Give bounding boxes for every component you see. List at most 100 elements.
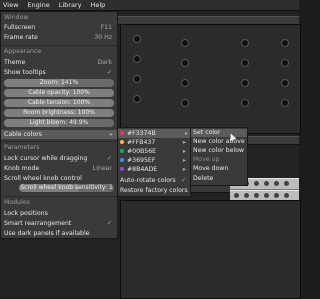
chevron-right-icon: ▸	[182, 139, 186, 146]
light-bloom-slider[interactable]: Light bloom: 49.9%	[4, 119, 114, 127]
color-hex-label: #F3374B	[127, 130, 156, 137]
view-menu: Window Fullscreen F11 Frame rate 30 Hz A…	[0, 11, 118, 239]
menu-item-label: Restore factory colors	[120, 187, 188, 194]
menu-library[interactable]: Library	[59, 1, 82, 9]
cable-opacity-slider[interactable]: Cable opacity: 100%	[4, 89, 114, 97]
zoom-slider[interactable]: Zoom: 141%	[4, 79, 114, 87]
chevron-right-icon: ▸	[182, 148, 186, 155]
chevron-right-icon: ▸	[182, 166, 186, 173]
menu-item-label: Frame rate	[4, 34, 38, 41]
cable-color-item[interactable]: #F3374B ▸	[118, 129, 190, 138]
jack[interactable]	[181, 79, 189, 87]
shortcut-label: F11	[100, 24, 112, 31]
cable-color-item[interactable]: #3695EF ▸	[120, 156, 188, 165]
menu-separator	[1, 196, 117, 197]
menu-help[interactable]: Help	[90, 1, 105, 9]
chevron-right-icon: ▸	[182, 157, 186, 164]
cable-color-item[interactable]: #FFB437 ▸	[120, 138, 188, 147]
jack[interactable]	[133, 35, 141, 43]
chevron-right-icon: ▸	[184, 130, 188, 137]
section-header-modules: Modules	[4, 199, 30, 206]
menu-item-scroll-wheel[interactable]: Scroll wheel knob control	[4, 174, 114, 183]
menu-item-dark-panels[interactable]: Use dark panels if available	[4, 229, 114, 238]
jack[interactable]	[281, 79, 289, 87]
menu-item-set-color[interactable]: Set color	[191, 129, 247, 137]
menu-bar: View Engine Library Help	[0, 0, 299, 11]
jack[interactable]	[241, 59, 249, 67]
module-panel[interactable]	[120, 24, 301, 134]
menu-item-restore-factory[interactable]: Restore factory colors	[120, 186, 188, 195]
menu-item-label: Smart rearrangement	[4, 220, 72, 227]
menu-item-smart-rearrangement[interactable]: Smart rearrangement ✓	[4, 219, 114, 228]
cable-tension-slider[interactable]: Cable tension: 100%	[4, 99, 114, 107]
section-header-parameters: Parameters	[4, 144, 40, 151]
color-swatch-icon	[120, 158, 124, 162]
module-panel[interactable]	[120, 200, 301, 299]
menu-item-show-tooltips[interactable]: Show tooltips ✓	[4, 68, 114, 77]
slider-label: Cable tension: 100%	[27, 99, 91, 106]
color-hex-label: #FFB437	[127, 139, 156, 146]
menu-separator	[1, 45, 117, 46]
jack[interactable]	[133, 75, 141, 83]
slider-label: Light bloom: 49.9%	[29, 119, 89, 126]
jack[interactable]	[281, 59, 289, 67]
menu-item-frame-rate[interactable]: Frame rate 30 Hz	[4, 33, 114, 42]
menu-item-value: Dark	[97, 59, 112, 66]
color-swatch-icon	[120, 131, 124, 135]
color-swatch-icon	[120, 149, 124, 153]
jack[interactable]	[133, 95, 141, 103]
menu-item-theme[interactable]: Theme Dark	[4, 58, 114, 67]
menu-item-label: Auto-rotate colors	[120, 177, 176, 184]
scroll-sensitivity-slider[interactable]: Scroll wheel knob sensitivity: 1	[19, 184, 114, 192]
jack[interactable]	[241, 79, 249, 87]
cable-color-item[interactable]: #8B4ADE ▸	[120, 165, 188, 174]
menu-engine[interactable]: Engine	[27, 1, 49, 9]
chevron-right-icon: ▸	[109, 131, 113, 138]
menu-item-new-color-below[interactable]: New color below	[193, 147, 245, 155]
jack[interactable]	[241, 99, 249, 107]
menu-item-label: Fullscreen	[4, 24, 36, 31]
checkmark-icon: ✓	[180, 177, 186, 184]
jack[interactable]	[281, 39, 289, 47]
menu-item-label: Lock cursor while dragging	[4, 155, 88, 162]
menu-item-label: Knob mode	[4, 165, 40, 172]
room-brightness-slider[interactable]: Room brightness: 100%	[4, 109, 114, 117]
menu-item-move-up[interactable]: Move up	[193, 156, 245, 164]
menu-item-knob-mode[interactable]: Knob mode Linear	[4, 164, 114, 173]
slider-label: Room brightness: 100%	[23, 109, 95, 116]
jack[interactable]	[181, 99, 189, 107]
menu-item-lock-positions[interactable]: Lock positions	[4, 209, 114, 218]
color-hex-label: #8B4ADE	[127, 166, 158, 173]
jack[interactable]	[181, 39, 189, 47]
color-swatch-icon	[120, 167, 124, 171]
section-header-window: Window	[4, 14, 29, 21]
menu-item-value: Linear	[92, 165, 112, 172]
menu-item-cable-colors[interactable]: Cable colors ▸	[1, 130, 117, 139]
checkmark-icon: ✓	[106, 220, 112, 227]
jack[interactable]	[241, 39, 249, 47]
menu-item-label: Cable colors	[4, 131, 42, 138]
slider-label: Scroll wheel knob sensitivity: 1	[20, 184, 113, 191]
menu-item-label: Theme	[4, 59, 26, 66]
cable-color-item[interactable]: #00B56E ▸	[120, 147, 188, 156]
menu-item-move-down[interactable]: Move down	[193, 165, 245, 173]
slider-label: Cable opacity: 100%	[28, 89, 90, 96]
jack[interactable]	[133, 55, 141, 63]
cable-colors-submenu: #F3374B ▸ #FFB437 ▸ #00B56E ▸ #3695EF ▸ …	[117, 127, 191, 197]
menu-item-fullscreen[interactable]: Fullscreen F11	[4, 23, 114, 32]
menu-item-label: Lock positions	[4, 210, 48, 217]
menu-item-label: Scroll wheel knob control	[4, 175, 82, 182]
slider-label: Zoom: 141%	[39, 79, 79, 86]
menu-item-new-color-above[interactable]: New color above	[193, 138, 245, 146]
color-hex-label: #3695EF	[127, 157, 156, 164]
color-swatch-icon	[120, 140, 124, 144]
menu-item-delete[interactable]: Delete	[193, 175, 245, 183]
menu-item-auto-rotate[interactable]: Auto-rotate colors ✓	[120, 176, 188, 185]
menu-view[interactable]: View	[3, 1, 18, 9]
jack[interactable]	[181, 59, 189, 67]
menu-separator	[1, 141, 117, 142]
menu-item-lock-cursor[interactable]: Lock cursor while dragging ✓	[4, 154, 114, 163]
jack[interactable]	[281, 99, 289, 107]
menu-item-label: Show tooltips	[4, 69, 46, 76]
menu-item-value: 30 Hz	[94, 34, 112, 41]
